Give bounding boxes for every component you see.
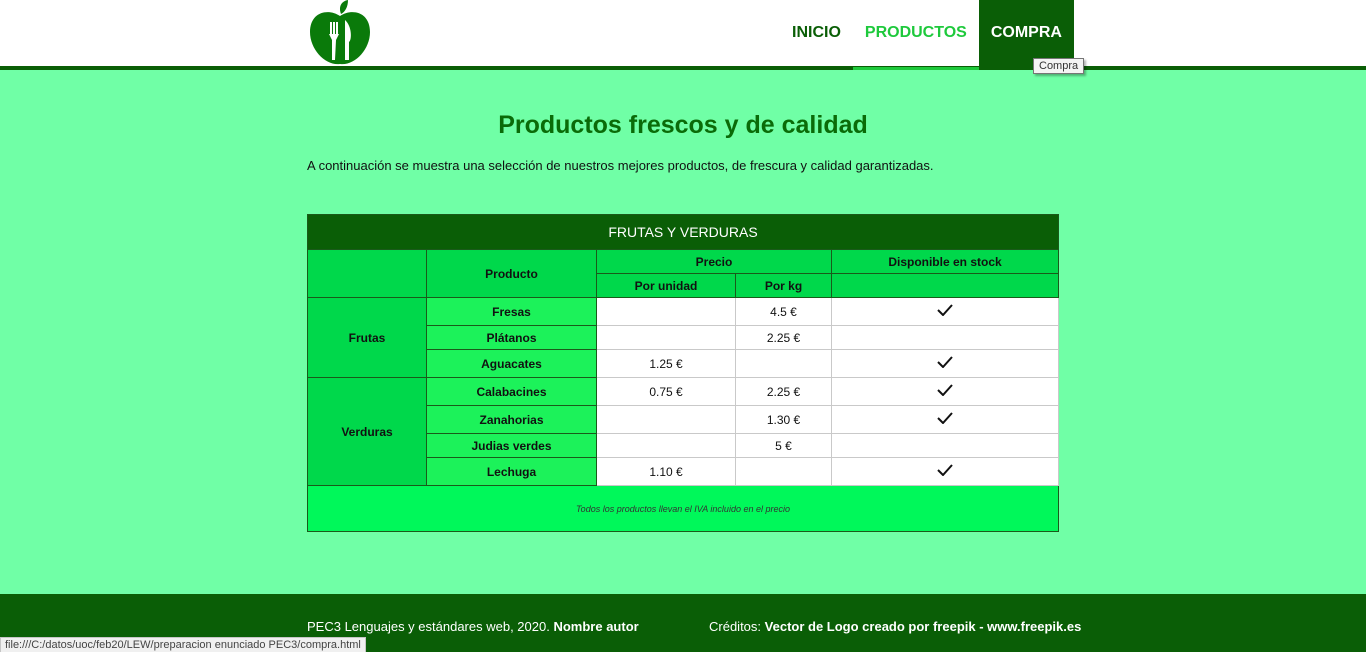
price-kg: 2.25 € [735,377,832,406]
site-header: INICIO PRODUCTOS COMPRA [0,0,1366,70]
table-caption: FRUTAS Y VERDURAS [307,214,1059,250]
product-name: Calabacines [426,377,597,406]
credits-link[interactable]: Vector de Logo creado por freepik - www.… [765,619,1082,634]
product-name: Plátanos [426,325,597,350]
check-icon [937,384,953,396]
price-unit [596,405,736,434]
check-icon [937,356,953,368]
price-unit: 0.75 € [596,377,736,406]
product-name: Zanahorias [426,405,597,434]
header-por-kg: Por kg [735,273,832,298]
stock-cell [831,457,1059,486]
price-kg: 5 € [735,433,832,458]
stock-cell [831,349,1059,378]
price-kg: 1.30 € [735,405,832,434]
price-kg: 2.25 € [735,325,832,350]
nav-productos[interactable]: PRODUCTOS [852,0,979,70]
apple-logo-icon[interactable] [308,0,372,66]
header-producto: Producto [426,249,597,298]
price-unit [596,325,736,350]
compra-tooltip: Compra [1033,58,1085,74]
nav-inicio[interactable]: INICIO [780,0,853,70]
price-kg [735,457,832,486]
category-verduras: Verduras [307,377,427,486]
footer-left: PEC3 Lenguajes y estándares web, 2020. N… [307,619,639,634]
product-name: Aguacates [426,349,597,378]
intro-text: A continuación se muestra una selección … [307,158,934,173]
check-icon [937,412,953,424]
table-row: Verduras Calabacines 0.75 € 2.25 € [307,377,1059,486]
stock-cell [831,377,1059,406]
page-title: Productos frescos y de calidad [498,111,868,139]
stock-cell [831,405,1059,434]
footer-author: Nombre autor [553,619,639,634]
product-name: Fresas [426,297,597,326]
table-footnote: Todos los productos llevan el IVA inclui… [307,485,1059,532]
price-unit [596,297,736,326]
header-por-unidad: Por unidad [596,273,736,298]
stock-cell [831,325,1059,350]
credits-label: Créditos: [709,619,762,634]
price-unit: 1.10 € [596,457,736,486]
price-unit: 1.25 € [596,349,736,378]
category-frutas: Frutas [307,297,427,378]
header-precio: Precio [596,249,832,274]
header-stock-empty [831,273,1059,298]
stock-cell [831,297,1059,326]
main-nav: INICIO PRODUCTOS COMPRA [780,0,1074,70]
footer-course: PEC3 Lenguajes y estándares web, 2020. [307,619,550,634]
price-kg [735,349,832,378]
check-icon [937,304,953,316]
check-icon [937,464,953,476]
price-unit [596,433,736,458]
price-kg: 4.5 € [735,297,832,326]
empty-header [307,249,427,298]
table-row: Frutas Fresas 4.5 € [307,297,1059,378]
product-name: Judias verdes [426,433,597,458]
product-name: Lechuga [426,457,597,486]
browser-status-bar: file:///C:/datos/uoc/feb20/LEW/preparaci… [0,637,366,652]
header-stock: Disponible en stock [831,249,1059,274]
footer-credits: Créditos: Vector de Logo creado por free… [709,619,1081,634]
stock-cell [831,433,1059,458]
products-table: FRUTAS Y VERDURAS Producto Precio Dispon… [307,214,1059,532]
